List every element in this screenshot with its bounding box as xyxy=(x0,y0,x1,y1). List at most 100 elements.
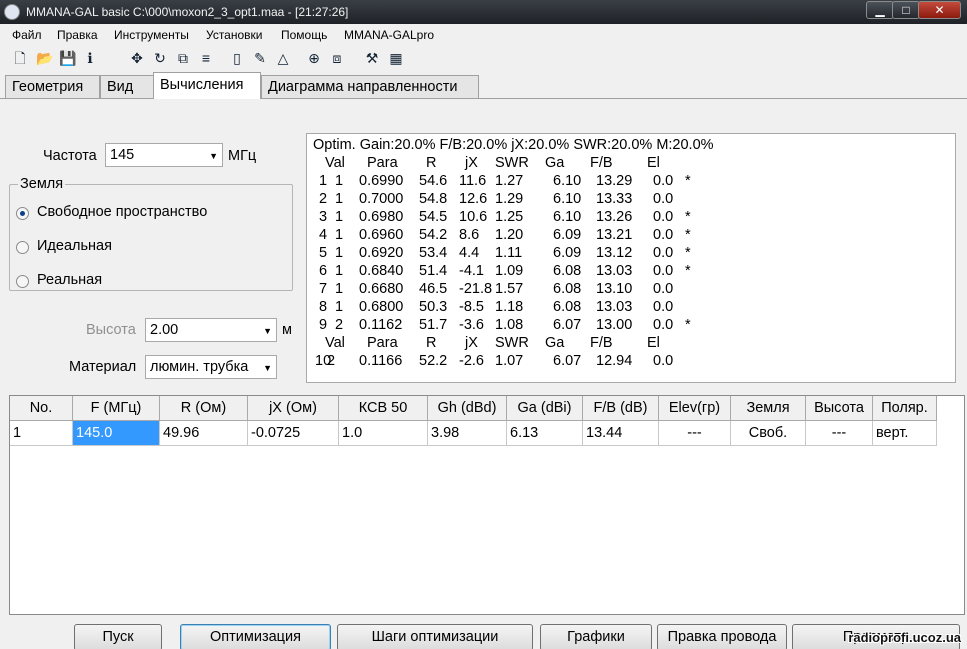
table-cell[interactable]: 13.44 xyxy=(583,421,659,446)
height-combo[interactable]: 2.00 ▼ xyxy=(145,318,277,342)
table-cell[interactable]: 1.0 xyxy=(339,421,428,446)
graphs-button[interactable]: Графики xyxy=(540,624,652,649)
menu-help[interactable]: Помощь xyxy=(281,28,327,42)
radio-button-checked[interactable] xyxy=(16,207,29,220)
optim-cell-el: 0.0 xyxy=(653,353,674,369)
maximize-button[interactable]: □ xyxy=(892,1,920,19)
crosshair-icon[interactable]: ⊕ xyxy=(306,50,322,67)
tab-geometry[interactable]: Геометрия xyxy=(5,75,100,98)
close-button[interactable]: ✕ xyxy=(918,1,961,19)
copy-icon[interactable]: ⧉ xyxy=(175,50,191,67)
optim-cell-v: 1 xyxy=(335,299,344,315)
menu-file[interactable]: Файл xyxy=(12,28,42,42)
duplicate-icon[interactable]: ⧈ xyxy=(329,50,345,67)
table-cell[interactable]: -0.0725 xyxy=(248,421,339,446)
optim-cell-r: 54.2 xyxy=(419,227,448,243)
table-cell[interactable]: верт. xyxy=(873,421,937,446)
results-table[interactable]: No. F (МГц) R (Ом) jX (Ом) КСВ 50 Gh (dBd) Ga … xyxy=(9,395,965,615)
title-bar: MMANA-GAL basic C:\000\moxon2_3_opt1.maa… xyxy=(0,0,967,24)
table-header-cell[interactable]: R (Ом) xyxy=(160,396,248,421)
table-cell[interactable]: 1 xyxy=(10,421,73,446)
triangle-icon[interactable]: △ xyxy=(275,50,291,67)
radio-label: Свободное пространство xyxy=(37,204,208,220)
page-icon[interactable]: ▯ xyxy=(229,50,245,67)
optim-cell-mark: * xyxy=(685,227,691,243)
optim-cell-ga: 6.07 xyxy=(553,317,582,333)
wire-edit-icon[interactable]: ≡ xyxy=(198,50,214,67)
rotate-icon[interactable]: ↻ xyxy=(152,50,168,67)
table-header-cell[interactable]: No. xyxy=(10,396,73,421)
menu-tools[interactable]: Инструменты xyxy=(114,28,189,42)
table-cell[interactable]: --- xyxy=(659,421,731,446)
optim-cell-swr: 1.08 xyxy=(495,317,524,333)
ground-groupbox: Земля Свободное пространство Идеальная Р… xyxy=(9,176,293,291)
minimize-button[interactable]: ▁ xyxy=(866,1,894,19)
optim-cell-jx: -8.5 xyxy=(459,299,484,315)
calculator-icon[interactable]: ▦ xyxy=(388,50,404,67)
move-icon[interactable]: ✥ xyxy=(129,50,145,67)
col-jx: jX xyxy=(465,155,478,171)
optimization-steps-button[interactable]: Шаги оптимизации xyxy=(337,624,533,649)
table-header-cell[interactable]: jX (Ом) xyxy=(248,396,339,421)
optim-cell-para: 0.6800 xyxy=(359,299,404,315)
optim-row-7: 7 1 0.6680 46.5 -21.8 1.57 6.08 13.10 0.0 xyxy=(313,281,955,299)
pen-icon[interactable]: ✎ xyxy=(252,50,268,67)
optim-cell-swr: 1.09 xyxy=(495,263,524,279)
optim-row-last: 10 2 0.1166 52.2 -2.6 1.07 6.07 12.94 0.0 xyxy=(313,353,955,371)
table-header-cell[interactable]: Земля xyxy=(731,396,806,421)
optim-cell-ga: 6.10 xyxy=(553,173,582,189)
frequency-combo[interactable]: 145 ▼ xyxy=(105,143,223,167)
menu-mmana-galpro[interactable]: MMANA-GALpro xyxy=(344,28,434,42)
table-header-cell[interactable]: Ga (dBi) xyxy=(507,396,583,421)
table-cell[interactable]: --- xyxy=(806,421,873,446)
table-header-cell[interactable]: Elev(гр) xyxy=(659,396,731,421)
optim-cell-jx: 12.6 xyxy=(459,191,488,207)
optim-cell-r: 50.3 xyxy=(419,299,448,315)
optim-cell-el: 0.0 xyxy=(653,227,674,243)
table-cell[interactable]: 3.98 xyxy=(428,421,507,446)
table-cell[interactable]: 6.13 xyxy=(507,421,583,446)
tab-view[interactable]: Вид xyxy=(100,75,154,98)
optim-cell-jx: -4.1 xyxy=(459,263,484,279)
optim-cell-jx: 11.6 xyxy=(459,173,487,189)
table-header-cell[interactable]: F/B (dB) xyxy=(583,396,659,421)
frequency-value: 145 xyxy=(110,147,135,163)
optim-cell-swr: 1.25 xyxy=(495,209,524,225)
tab-calculations[interactable]: Вычисления xyxy=(153,72,261,99)
table-header-cell[interactable]: F (МГц) xyxy=(73,396,160,421)
optim-cell-el: 0.0 xyxy=(653,317,674,333)
start-button[interactable]: Пуск xyxy=(74,624,162,649)
watermark: radioprofi.ucoz.ua xyxy=(848,630,961,645)
optim-cell-ga: 6.10 xyxy=(553,191,582,207)
save-icon[interactable]: 💾 xyxy=(59,50,76,67)
edit-wire-button[interactable]: Правка провода xyxy=(657,624,787,649)
optim-cell-el: 0.0 xyxy=(653,263,674,279)
tools-icon[interactable]: ⚒ xyxy=(364,50,380,67)
table-cell[interactable]: Своб. xyxy=(731,421,806,446)
col-val: Val xyxy=(325,335,345,351)
radio-button[interactable] xyxy=(16,275,29,288)
radio-button[interactable] xyxy=(16,241,29,254)
table-cell[interactable]: 145.0 xyxy=(73,421,160,446)
table-header-cell[interactable]: Gh (dBd) xyxy=(428,396,507,421)
optim-cell-mark: * xyxy=(685,317,691,333)
open-folder-icon[interactable]: 📂 xyxy=(36,50,53,67)
table-header-cell[interactable]: КСВ 50 xyxy=(339,396,428,421)
col-r: R xyxy=(426,155,437,171)
table-header-cell[interactable]: Поляр. xyxy=(873,396,937,421)
table-cell[interactable]: 49.96 xyxy=(160,421,248,446)
tab-strip: Геометрия Вид Вычисления Диаграмма напра… xyxy=(0,72,967,99)
tab-radiation-pattern[interactable]: Диаграмма направленности xyxy=(261,75,479,98)
optim-cell-n: 6 xyxy=(319,263,328,279)
info-icon[interactable]: ℹ xyxy=(82,50,98,67)
optimization-button[interactable]: Оптимизация xyxy=(180,624,331,649)
menu-settings[interactable]: Установки xyxy=(206,28,262,42)
frequency-label: Частота xyxy=(43,148,97,164)
col-r: R xyxy=(426,335,437,351)
radio-label: Идеальная xyxy=(37,238,112,254)
col-el: El xyxy=(647,155,660,171)
menu-edit[interactable]: Правка xyxy=(57,28,98,42)
table-header-cell[interactable]: Высота xyxy=(806,396,873,421)
material-combo[interactable]: люмин. трубка ▼ xyxy=(145,355,277,379)
new-file-icon[interactable]: 🗋 xyxy=(12,50,28,67)
